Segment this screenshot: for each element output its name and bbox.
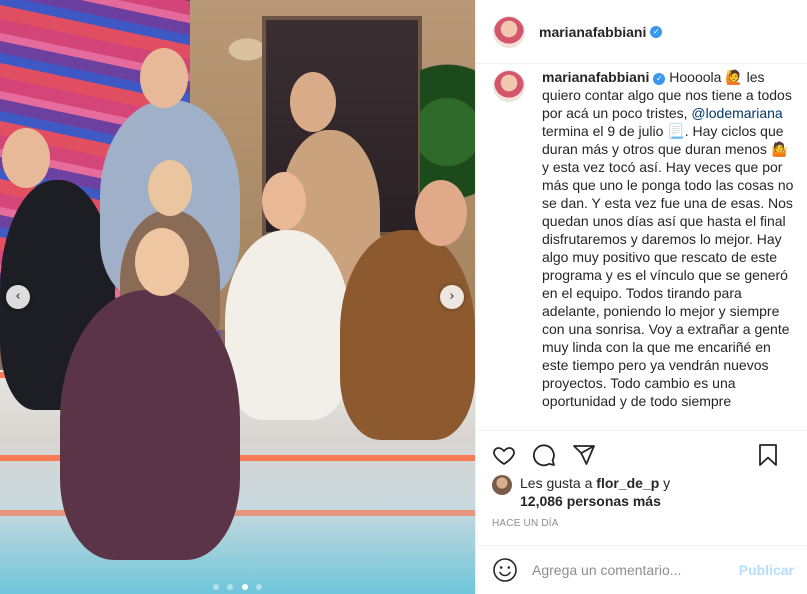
carousel-next-button[interactable]: ›	[440, 285, 464, 309]
carousel-indicator	[0, 577, 475, 594]
person-7-head	[135, 228, 189, 296]
author-username[interactable]: marianafabbiani	[539, 24, 646, 40]
caption-username[interactable]: marianafabbiani	[542, 69, 649, 85]
carousel-dot	[256, 584, 263, 590]
comment-input[interactable]	[532, 562, 722, 578]
person-1-head	[2, 128, 50, 188]
liker-username[interactable]: flor_de_p	[596, 475, 659, 491]
carousel-dot	[212, 584, 219, 590]
person-4-head	[148, 160, 192, 216]
person-6-head	[415, 180, 467, 246]
person-3-head	[290, 72, 336, 132]
caption-avatar[interactable]	[493, 70, 525, 102]
likes-text: Les gusta a flor_de_p y 12,086 personas …	[520, 474, 670, 510]
likes-prefix: Les gusta a	[520, 475, 597, 491]
likes-suffix: y	[659, 475, 671, 491]
post-header: marianafabbiani ✓	[476, 0, 807, 64]
post-caption: marianafabbiani ✓ Hoooola 🙋 les quiero co…	[476, 64, 807, 430]
person-5-head	[262, 172, 306, 230]
carousel-dot-active	[241, 584, 248, 590]
heart-icon[interactable]	[492, 443, 516, 467]
post-side-panel: marianafabbiani ✓ marianafabbiani ✓ Hoooo…	[475, 0, 807, 594]
likes-count[interactable]: 12,086 personas más	[520, 493, 661, 509]
comment-bar: Publicar	[476, 545, 807, 594]
comment-icon[interactable]	[532, 443, 556, 467]
bookmark-icon[interactable]	[756, 443, 780, 467]
liker-avatar[interactable]	[492, 475, 512, 495]
caption-mention-link[interactable]: @lodemariana	[691, 105, 782, 121]
action-bar	[476, 430, 807, 478]
carousel-dot	[227, 584, 234, 590]
person-7	[60, 290, 240, 560]
post-timestamp[interactable]: HACE UN DÍA	[492, 518, 559, 529]
caption-text: marianafabbiani ✓ Hoooola 🙋 les quiero co…	[542, 68, 798, 430]
caption-body-2: termina el 9 de julio 📃. Hay ciclos que …	[542, 123, 794, 409]
post-photo[interactable]: ‹ ›	[0, 0, 475, 594]
share-icon[interactable]	[572, 443, 596, 467]
person-6	[340, 230, 475, 440]
publish-comment-button[interactable]: Publicar	[739, 562, 794, 578]
verified-icon: ✓	[650, 25, 663, 38]
emoji-icon[interactable]	[492, 557, 518, 583]
carousel-prev-button[interactable]: ‹	[6, 285, 30, 309]
person-5	[225, 230, 350, 420]
author-avatar[interactable]	[493, 15, 525, 48]
person-2-head	[140, 48, 188, 108]
verified-icon: ✓	[653, 73, 666, 85]
likes-summary: Les gusta a flor_de_p y 12,086 personas …	[492, 474, 670, 510]
